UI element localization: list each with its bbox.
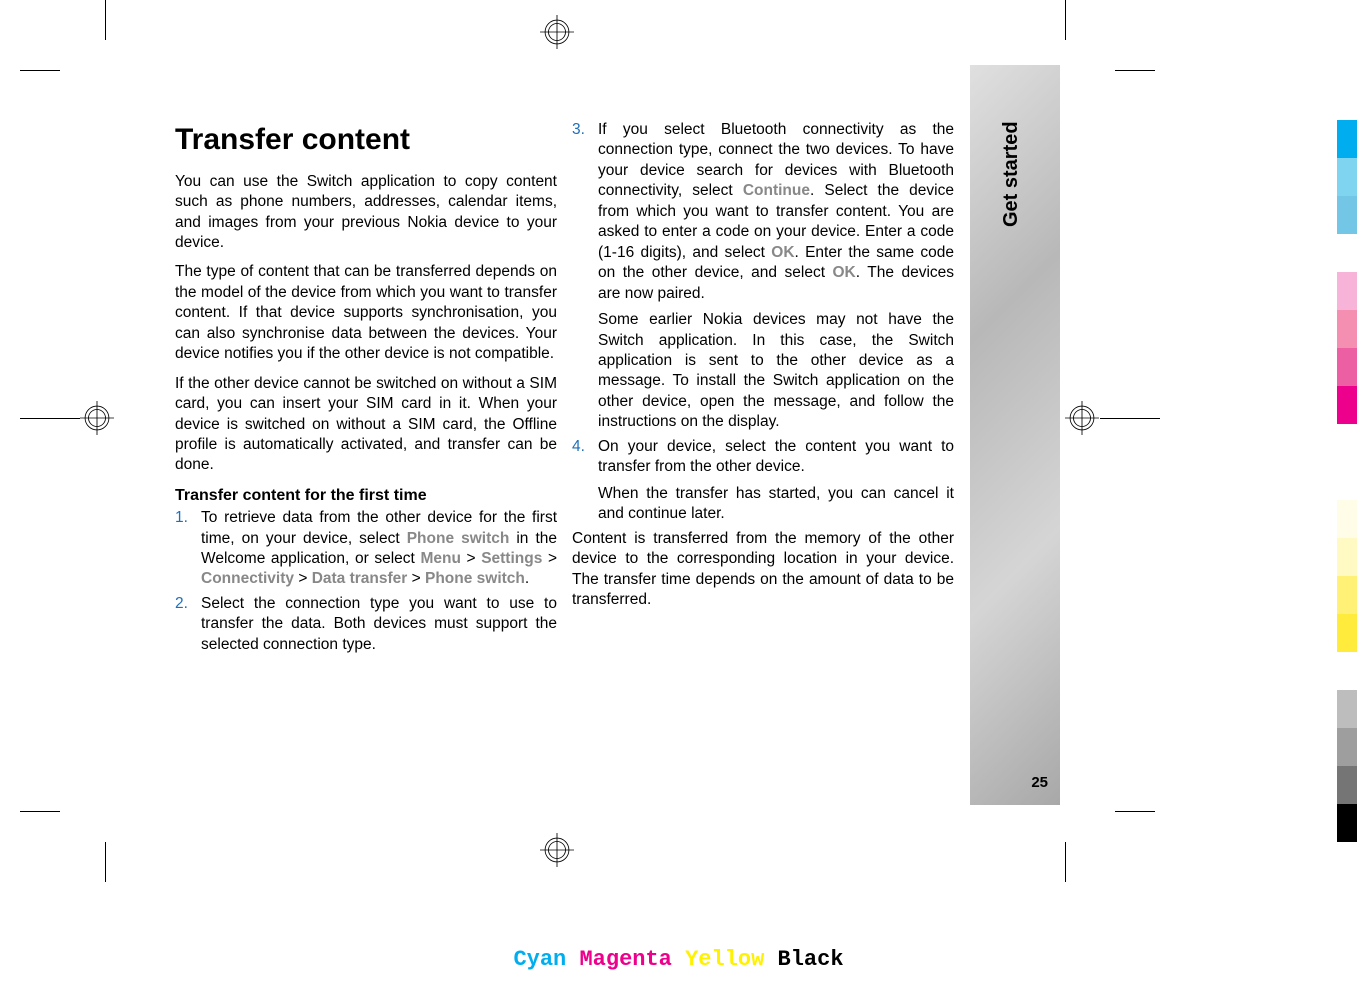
- ui-label: OK: [833, 264, 856, 281]
- crop-mark: [20, 811, 60, 812]
- step-item: 4. On your device, select the content yo…: [572, 437, 954, 525]
- crop-mark: [105, 842, 106, 882]
- registration-mark-icon: [540, 15, 574, 49]
- section-tab: Get started 25: [970, 65, 1060, 805]
- crop-mark: [1065, 0, 1066, 40]
- step-item: 1. To retrieve data from the other devic…: [175, 508, 557, 590]
- step-number: 2.: [175, 594, 188, 614]
- cmyk-yellow: Yellow: [685, 947, 764, 972]
- step-number: 3.: [572, 120, 585, 140]
- sep: >: [407, 570, 425, 587]
- page-body: Transfer content You can use the Switch …: [175, 120, 955, 659]
- column-right: 3. If you select Bluetooth connectivity …: [572, 120, 954, 659]
- registration-mark-icon: [80, 401, 114, 435]
- step-subtext: When the transfer has started, you can c…: [598, 484, 954, 525]
- step-item: 3. If you select Bluetooth connectivity …: [572, 120, 954, 433]
- steps-list: 1. To retrieve data from the other devic…: [175, 508, 557, 655]
- ui-label: Continue: [743, 182, 810, 199]
- section-tab-label: Get started: [1000, 121, 1023, 227]
- page-number: 25: [1031, 774, 1048, 791]
- crop-mark: [20, 70, 60, 71]
- registration-mark-icon: [540, 833, 574, 867]
- step-item: 2. Select the connection type you want t…: [175, 594, 557, 655]
- page-title: Transfer content: [175, 120, 557, 160]
- sep: >: [461, 550, 481, 567]
- cmyk-cyan: Cyan: [513, 947, 566, 972]
- ui-label: Menu: [420, 550, 460, 567]
- step-text: .: [525, 570, 529, 587]
- step-text: Select the connection type you want to u…: [201, 595, 557, 653]
- ui-label: Data transfer: [312, 570, 408, 587]
- column-left: Transfer content You can use the Switch …: [175, 120, 557, 659]
- crop-mark: [1115, 70, 1155, 71]
- ui-label: Connectivity: [201, 570, 294, 587]
- color-calibration-bars: [1337, 120, 1357, 842]
- ui-label: Phone switch: [425, 570, 525, 587]
- crop-mark: [1100, 418, 1160, 419]
- step-number: 1.: [175, 508, 188, 528]
- ui-label: OK: [771, 244, 794, 261]
- subheading: Transfer content for the first time: [175, 485, 557, 506]
- body-paragraph: If the other device cannot be switched o…: [175, 374, 557, 476]
- cmyk-black: Black: [778, 947, 844, 972]
- body-paragraph: You can use the Switch application to co…: [175, 172, 557, 254]
- crop-mark: [105, 0, 106, 40]
- body-paragraph: The type of content that can be transfer…: [175, 262, 557, 364]
- cmyk-footer: Cyan Magenta Yellow Black: [0, 947, 1357, 972]
- steps-list-continued: 3. If you select Bluetooth connectivity …: [572, 120, 954, 525]
- crop-mark: [1115, 811, 1155, 812]
- step-number: 4.: [572, 437, 585, 457]
- sep: >: [294, 570, 312, 587]
- step-subtext: Some earlier Nokia devices may not have …: [598, 310, 954, 433]
- step-text: On your device, select the content you w…: [598, 438, 954, 475]
- ui-label: Phone switch: [407, 530, 510, 547]
- registration-mark-icon: [1065, 401, 1099, 435]
- cmyk-magenta: Magenta: [579, 947, 671, 972]
- ui-label: Settings: [481, 550, 542, 567]
- crop-mark: [1065, 842, 1066, 882]
- sep: >: [542, 550, 557, 567]
- body-paragraph: Content is transferred from the memory o…: [572, 529, 954, 611]
- crop-mark: [20, 418, 80, 419]
